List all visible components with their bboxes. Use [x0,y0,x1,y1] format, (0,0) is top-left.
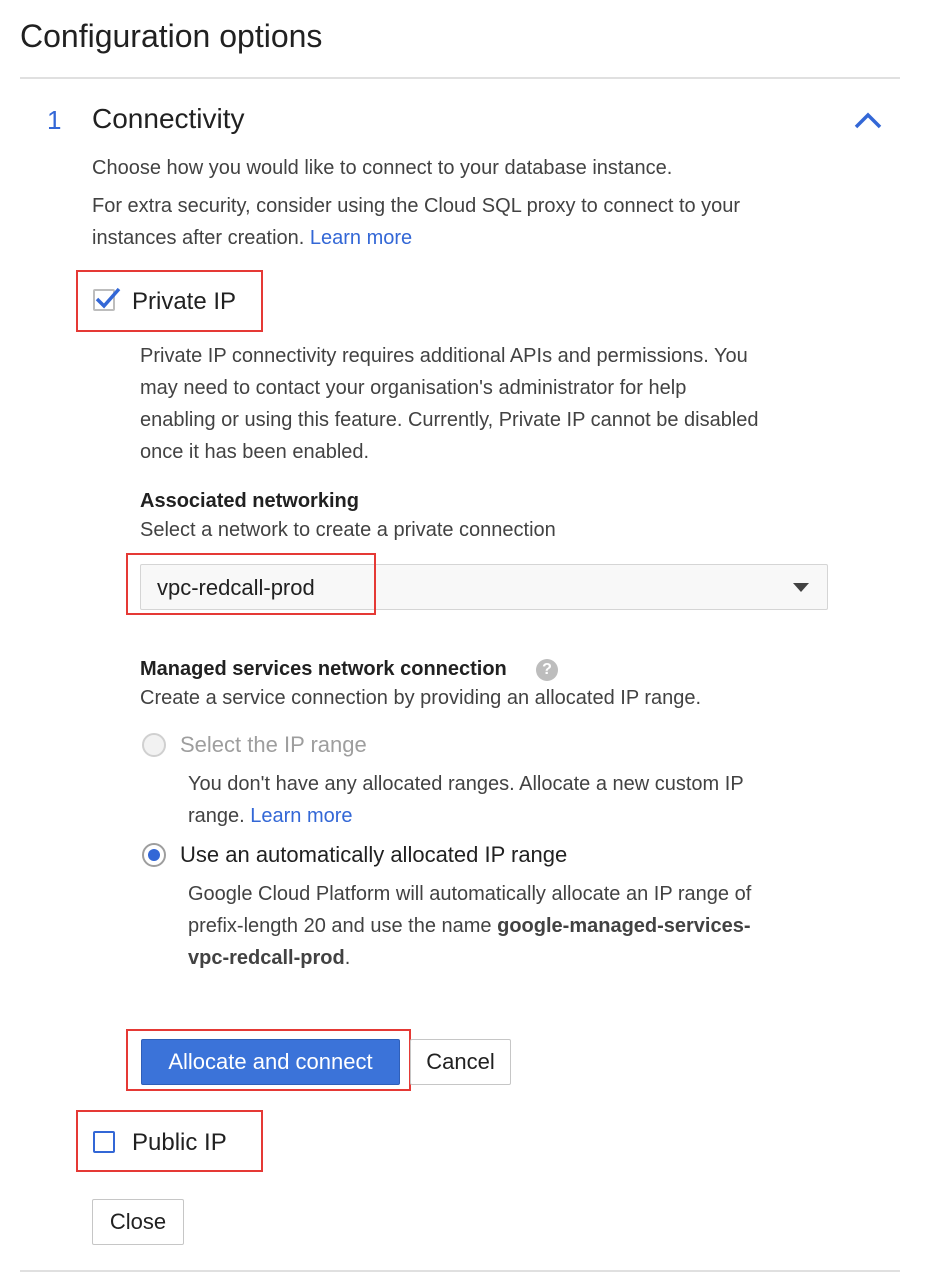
auto-range-desc-3: vpc-redcall-prod. [188,947,351,969]
public-ip-checkbox[interactable] [93,1131,115,1153]
select-range-desc-1: You don't have any allocated ranges. All… [188,773,744,795]
managed-subtitle: Create a service connection by providing… [140,687,702,709]
auto-range-label: Use an automatically allocated IP range [180,842,568,867]
page-title: Configuration options [20,18,323,54]
select-range-desc-2: range. Learn more [188,805,353,827]
top-divider [20,77,900,79]
select-range-label: Select the IP range [180,732,367,757]
private-ip-desc-1: Private IP connectivity requires additio… [140,345,748,367]
private-ip-checkbox[interactable] [93,287,121,311]
private-ip-desc-3: enabling or using this feature. Currentl… [140,409,759,431]
step-title: Connectivity [92,103,245,134]
help-icon[interactable]: ? [536,659,558,681]
radio-selected-dot [148,849,160,861]
chevron-up-icon[interactable] [850,105,886,135]
private-ip-desc-4: once it has been enabled. [140,441,370,463]
step-number: 1 [47,105,62,135]
step-description: Choose how you would like to connect to … [92,157,673,179]
learn-more-link[interactable]: Learn more [310,227,412,249]
auto-range-radio[interactable] [142,843,166,867]
private-ip-desc-2: may need to contact your organisation's … [140,377,687,399]
dropdown-caret-icon [793,583,809,592]
auto-range-desc-2: prefix-length 20 and use the name google… [188,915,751,937]
range-learn-more-link[interactable]: Learn more [250,805,352,827]
managed-title: Managed services network connection [140,658,507,680]
bottom-divider [20,1270,900,1272]
private-ip-label: Private IP [132,288,237,315]
close-button[interactable]: Close [92,1199,184,1245]
allocate-highlight [126,1029,411,1091]
networking-subtitle: Select a network to create a private con… [140,519,556,541]
proxy-hint-line2: instances after creation. Learn more [92,227,413,249]
auto-range-desc-1: Google Cloud Platform will automatically… [188,883,752,905]
public-ip-label: Public IP [132,1129,227,1156]
select-range-radio[interactable] [142,733,166,757]
cancel-button[interactable]: Cancel [410,1039,511,1085]
networking-title: Associated networking [140,490,359,512]
network-highlight [126,553,376,615]
proxy-hint-line1: For extra security, consider using the C… [92,195,741,217]
